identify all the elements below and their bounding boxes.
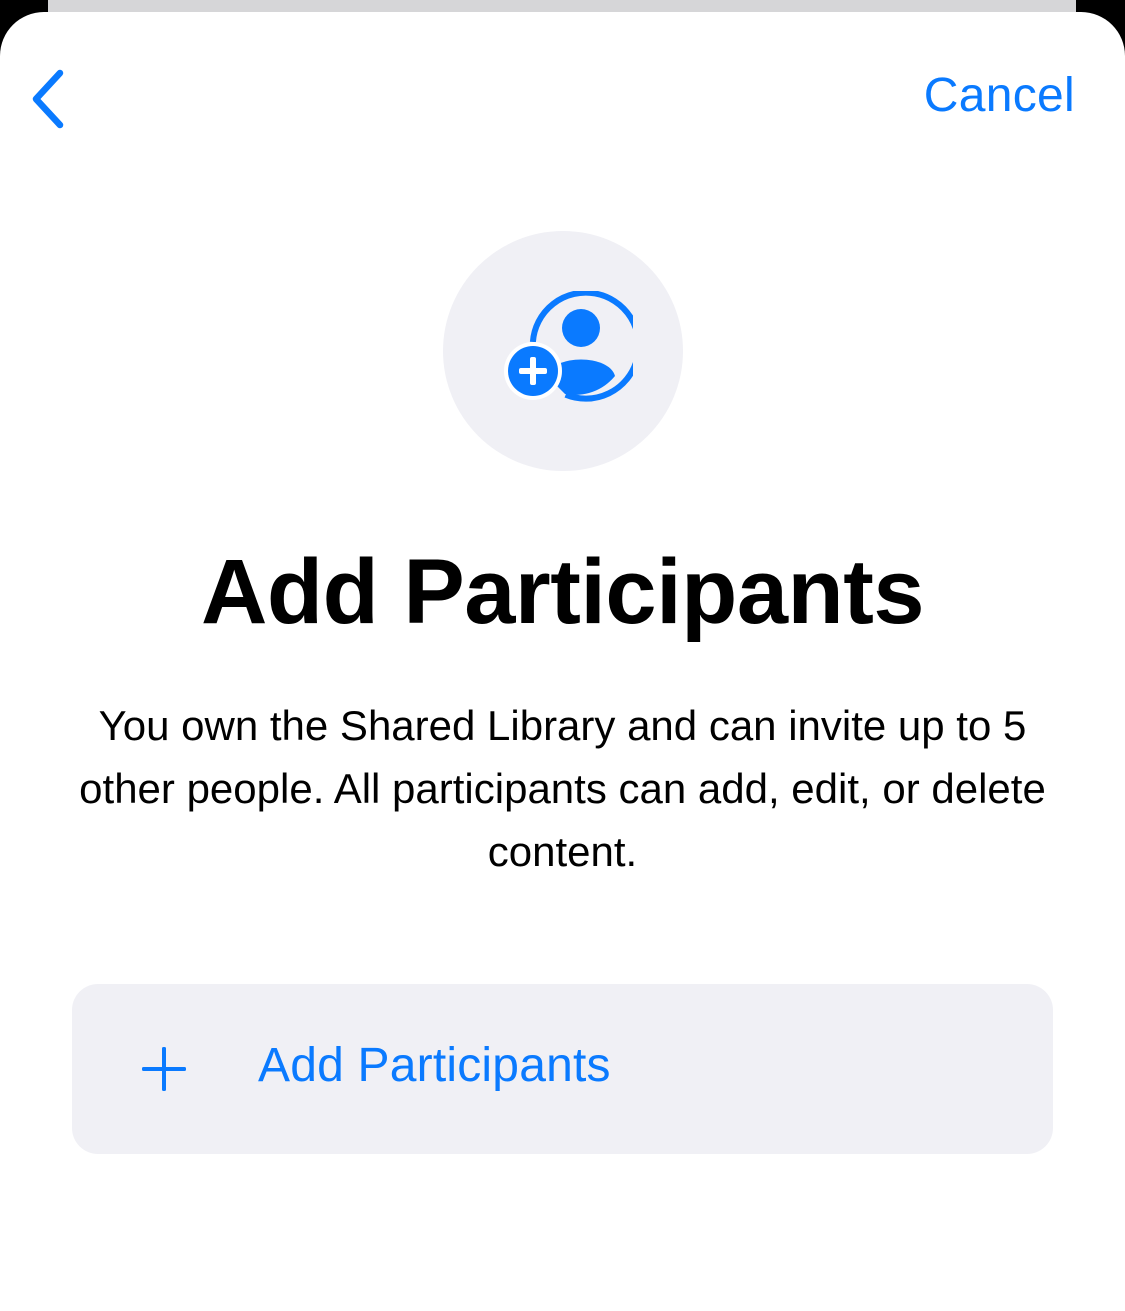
add-participants-button[interactable]: Add Participants xyxy=(72,984,1053,1154)
description-text: You own the Shared Library and can invit… xyxy=(79,702,1046,875)
add-participants-label: Add Participants xyxy=(258,1039,611,1092)
add-participants-sheet: Cancel Add Participants You own the Shar… xyxy=(0,12,1125,1311)
cancel-button[interactable]: Cancel xyxy=(924,68,1075,123)
page-title: Add Participants xyxy=(200,541,925,643)
person-crop-circle-badge-plus-icon xyxy=(504,291,633,402)
hero-icon-circle xyxy=(443,231,683,471)
chevron-left-icon xyxy=(32,69,64,129)
plus-icon xyxy=(142,1047,186,1091)
back-button[interactable] xyxy=(18,64,78,134)
